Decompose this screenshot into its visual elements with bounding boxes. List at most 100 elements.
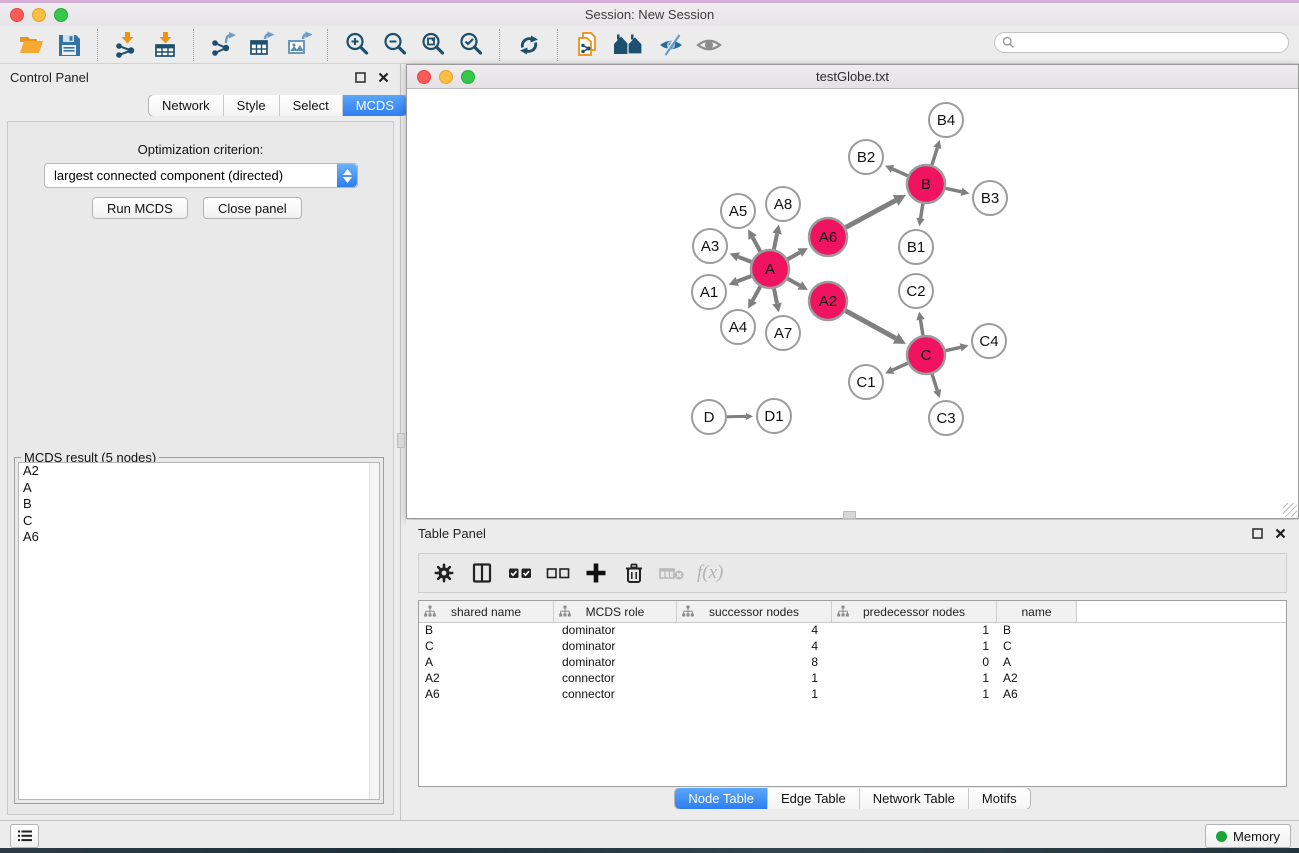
- table-cell: A: [419, 655, 554, 671]
- graph-edge-C-C3: [932, 374, 941, 398]
- table-panel-header: Table Panel: [406, 520, 1299, 547]
- function-builder-icon[interactable]: f(x): [697, 562, 723, 584]
- export-network-icon[interactable]: [207, 29, 239, 61]
- apply-layout-icon[interactable]: [513, 29, 545, 61]
- first-neighbors-icon[interactable]: [609, 29, 649, 61]
- mcds-result-list[interactable]: A2ABCA6: [18, 462, 380, 800]
- tab-network[interactable]: Network: [149, 95, 224, 116]
- save-session-icon[interactable]: [53, 29, 85, 61]
- run-mcds-button[interactable]: Run MCDS: [92, 197, 188, 219]
- graph-node-B[interactable]: B: [907, 165, 945, 203]
- result-scrollbar[interactable]: [369, 463, 379, 799]
- deselect-all-checkboxes-icon[interactable]: [541, 557, 575, 589]
- zoom-fit-icon[interactable]: [417, 29, 449, 61]
- mcds-result-item[interactable]: B: [19, 496, 379, 513]
- graph-edge-B-B1: [916, 204, 924, 227]
- graph-node-B1[interactable]: B1: [899, 230, 933, 264]
- show-graphics-details-icon[interactable]: [693, 29, 725, 61]
- tab-style[interactable]: Style: [224, 95, 280, 116]
- svg-text:C2: C2: [906, 283, 925, 300]
- graph-node-A1[interactable]: A1: [692, 275, 726, 309]
- control-panel-header: Control Panel: [0, 64, 400, 91]
- close-table-panel-icon[interactable]: [1273, 527, 1287, 541]
- graph-node-A2[interactable]: A2: [809, 282, 847, 320]
- svg-text:D: D: [704, 409, 715, 426]
- tab-select[interactable]: Select: [280, 95, 343, 116]
- graph-node-B4[interactable]: B4: [929, 103, 963, 137]
- export-image-icon[interactable]: [283, 29, 315, 61]
- table-tab-node-table[interactable]: Node Table: [675, 788, 768, 809]
- delete-row-trash-icon[interactable]: [617, 557, 651, 589]
- svg-text:D1: D1: [764, 408, 783, 425]
- graph-node-D[interactable]: D: [692, 400, 726, 434]
- add-row-icon[interactable]: [579, 557, 613, 589]
- graph-node-A7[interactable]: A7: [766, 316, 800, 350]
- table-row[interactable]: A6connector11A6: [419, 687, 1286, 703]
- export-table-icon[interactable]: [245, 29, 277, 61]
- float-panel-icon[interactable]: [353, 71, 367, 85]
- graph-node-A4[interactable]: A4: [721, 310, 755, 344]
- graph-edge-C-C2: [916, 312, 924, 335]
- table-row[interactable]: A2connector11A2: [419, 671, 1286, 687]
- table-row[interactable]: Cdominator41C: [419, 639, 1286, 655]
- column-header-name[interactable]: name: [997, 601, 1077, 622]
- search-input[interactable]: [1019, 34, 1288, 52]
- desktop-edge-strip: [0, 848, 1299, 853]
- graph-node-B3[interactable]: B3: [973, 181, 1007, 215]
- show-task-history-button[interactable]: [10, 824, 39, 848]
- horizontal-splitter-handle[interactable]: [843, 511, 856, 519]
- vertical-splitter-handle[interactable]: [397, 433, 405, 448]
- mcds-result-item[interactable]: A2: [19, 463, 379, 480]
- graph-node-A6[interactable]: A6: [809, 218, 847, 256]
- zoom-out-icon[interactable]: [379, 29, 411, 61]
- clone-network-icon[interactable]: [571, 29, 603, 61]
- table-tab-motifs[interactable]: Motifs: [969, 788, 1030, 809]
- graph-node-A[interactable]: A: [751, 250, 789, 288]
- graph-node-A5[interactable]: A5: [721, 194, 755, 228]
- table-tab-edge-table[interactable]: Edge Table: [768, 788, 860, 809]
- import-network-icon[interactable]: [111, 29, 143, 61]
- import-table-icon[interactable]: [149, 29, 181, 61]
- graph-node-D1[interactable]: D1: [757, 399, 791, 433]
- svg-text:C3: C3: [936, 410, 955, 427]
- graph-node-C[interactable]: C: [907, 336, 945, 374]
- hide-graphics-details-icon[interactable]: [655, 29, 687, 61]
- table-tab-network-table[interactable]: Network Table: [860, 788, 969, 809]
- table-row[interactable]: Adominator80A: [419, 655, 1286, 671]
- search-box[interactable]: [994, 32, 1289, 53]
- table-cell: 8: [677, 655, 832, 671]
- table-cell: A: [997, 655, 1077, 671]
- show-column-icon[interactable]: [465, 557, 499, 589]
- zoom-in-icon[interactable]: [341, 29, 373, 61]
- column-header-shared-name[interactable]: shared name: [419, 601, 554, 622]
- graph-node-A8[interactable]: A8: [766, 187, 800, 221]
- memory-button[interactable]: Memory: [1205, 824, 1291, 848]
- svg-text:C4: C4: [979, 333, 998, 350]
- graph-node-C1[interactable]: C1: [849, 365, 883, 399]
- mcds-result-item[interactable]: A6: [19, 529, 379, 546]
- column-header-MCDS-role[interactable]: MCDS role: [554, 601, 677, 622]
- close-panel-button[interactable]: Close panel: [203, 197, 302, 219]
- graph-node-A3[interactable]: A3: [693, 229, 727, 263]
- zoom-selected-icon[interactable]: [455, 29, 487, 61]
- graph-node-C3[interactable]: C3: [929, 401, 963, 435]
- float-table-panel-icon[interactable]: [1250, 527, 1264, 541]
- graph-node-C4[interactable]: C4: [972, 324, 1006, 358]
- column-header-successor-nodes[interactable]: successor nodes: [677, 601, 832, 622]
- graph-node-C2[interactable]: C2: [899, 274, 933, 308]
- column-header-predecessor-nodes[interactable]: predecessor nodes: [832, 601, 997, 622]
- table-row[interactable]: Bdominator41B: [419, 623, 1286, 639]
- open-file-icon[interactable]: [15, 29, 47, 61]
- mcds-result-item[interactable]: C: [19, 513, 379, 530]
- window-resize-grip[interactable]: [1283, 503, 1297, 517]
- close-panel-icon[interactable]: [376, 71, 390, 85]
- mcds-result-item[interactable]: A: [19, 480, 379, 497]
- network-canvas[interactable]: B4 B2 B B3 A8 A5 A6 A3 B1 A A1 C2 A2 A4 A7 C4 C C1 D D1 C3: [408, 89, 1297, 517]
- network-window-titlebar[interactable]: testGlobe.txt: [407, 65, 1298, 89]
- graph-node-B2[interactable]: B2: [849, 140, 883, 174]
- tab-mcds[interactable]: MCDS: [343, 95, 407, 116]
- delete-table-icon[interactable]: [655, 557, 689, 589]
- criterion-dropdown[interactable]: largest connected component (directed): [44, 163, 358, 188]
- select-all-checkboxes-icon[interactable]: [503, 557, 537, 589]
- table-options-gear-icon[interactable]: [427, 557, 461, 589]
